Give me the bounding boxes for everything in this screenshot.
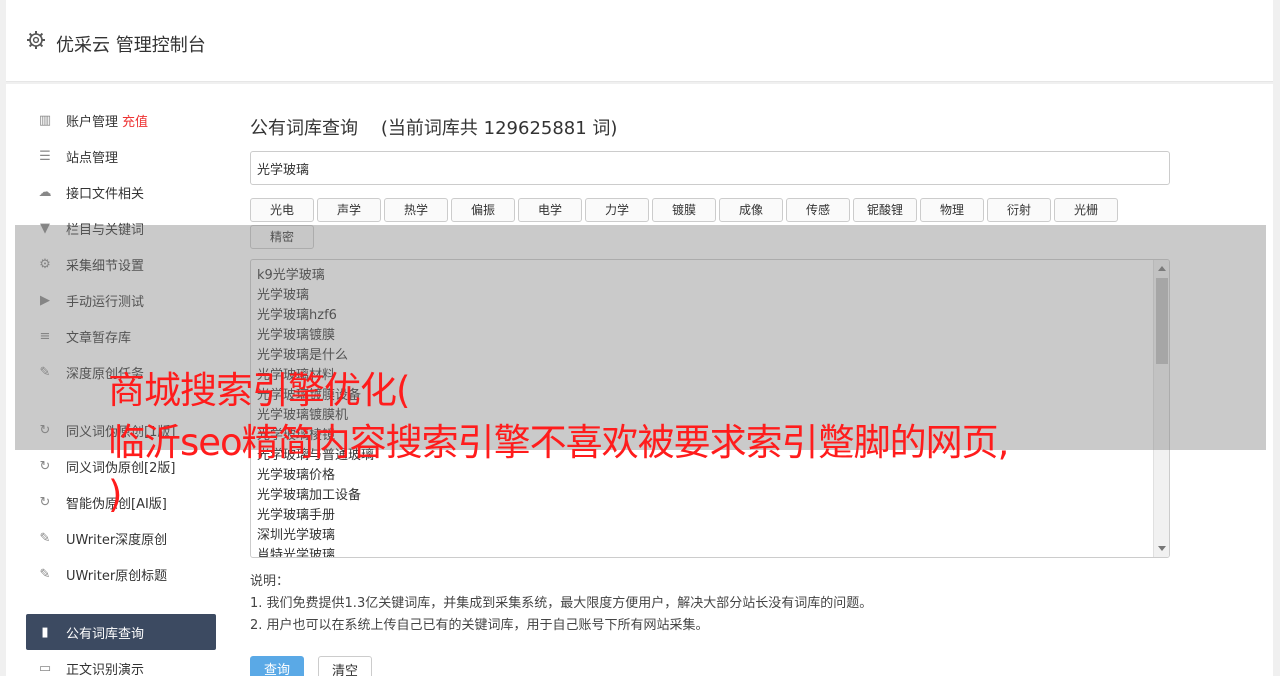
keyword-search-input[interactable] (250, 151, 1170, 185)
sidebar-item[interactable]: ▥ 账户管理 充值 (26, 102, 216, 138)
sidebar-item[interactable]: ✎ UWriter深度原创 (26, 520, 216, 556)
page-title: 公有词库查询 (当前词库共 129625881 词) (250, 118, 618, 139)
edit-icon: ✎ (39, 530, 51, 546)
tag-button[interactable]: 物理 (920, 198, 984, 222)
tag-button[interactable]: 铌酸锂 (853, 198, 917, 222)
note-line: 2. 用户也可以在系统上传自己已有的关键词库，用于自己账号下所有网站采集。 (250, 618, 709, 633)
overlay-caption: 商城搜索引擎优化( 临沂seo精简内容搜索引擎不喜欢被要求索引蹩脚的网页, ) (108, 369, 1009, 516)
note-title: 说明： (250, 574, 290, 589)
sidebar-item-label: UWriter深度原创 (66, 532, 168, 548)
tag-button[interactable]: 成像 (719, 198, 783, 222)
note-line: 1. 我们免费提供1.3亿关键词库，并集成到采集系统，最大限度方便用户，解决大部… (250, 596, 873, 611)
sidebar-item-label: UWriter原创标题 (66, 568, 168, 584)
tag-button[interactable]: 衍射 (987, 198, 1051, 222)
refresh-icon: ↻ (39, 458, 51, 474)
tag-button[interactable]: 光电 (250, 198, 314, 222)
sidebar-item[interactable]: ☁ 接口文件相关 (26, 174, 216, 210)
app-title: 优采云 管理控制台 (56, 35, 206, 56)
bar-chart-icon: ▥ (38, 112, 52, 128)
monitor-icon: ▭ (38, 660, 52, 676)
tag-button[interactable]: 镀膜 (652, 198, 716, 222)
recharge-link[interactable]: 充值 (122, 111, 148, 130)
tag-button[interactable]: 声学 (317, 198, 381, 222)
sidebar-item-label: 公有词库查询 (66, 626, 145, 642)
tag-button[interactable]: 偏振 (451, 198, 515, 222)
sidebar-item[interactable]: ▭ 正文识别演示 (26, 650, 216, 676)
gear-icon (27, 31, 45, 49)
clear-button[interactable]: 清空 (318, 656, 372, 676)
tag-button[interactable]: 热学 (384, 198, 448, 222)
scroll-down-icon[interactable] (1158, 546, 1166, 551)
tag-button[interactable]: 光栅 (1054, 198, 1118, 222)
sidebar-item[interactable]: ▮ 公有词库查询 (26, 614, 216, 650)
query-button[interactable]: 查询 (250, 656, 304, 676)
tag-button[interactable]: 电学 (518, 198, 582, 222)
sidebar-item-label: 接口文件相关 (66, 186, 145, 202)
edit-icon: ✎ (39, 566, 51, 582)
sidebar-item[interactable]: ☰ 站点管理 (26, 138, 216, 174)
sidebar-item[interactable]: ✎ UWriter原创标题 (26, 556, 216, 592)
sidebar-item-label: 账户管理 (66, 114, 119, 130)
header-bar: 优采云 管理控制台 (6, 0, 1273, 82)
sidebar-item-label: 正文识别演示 (66, 662, 145, 676)
result-item[interactable]: 肖特光学玻璃 (257, 546, 374, 557)
cloud-upload-icon: ☁ (38, 184, 52, 200)
tag-button[interactable]: 传感 (786, 198, 850, 222)
server-icon: ☰ (39, 148, 51, 164)
result-item[interactable]: 深圳光学玻璃 (257, 526, 374, 546)
note-block: 说明： 1. 我们免费提供1.3亿关键词库，并集成到采集系统，最大限度方便用户，… (250, 571, 872, 637)
tag-button[interactable]: 力学 (585, 198, 649, 222)
book-icon: ▮ (41, 624, 49, 640)
sidebar-item-label: 站点管理 (66, 150, 119, 166)
refresh-icon: ↻ (39, 494, 51, 510)
